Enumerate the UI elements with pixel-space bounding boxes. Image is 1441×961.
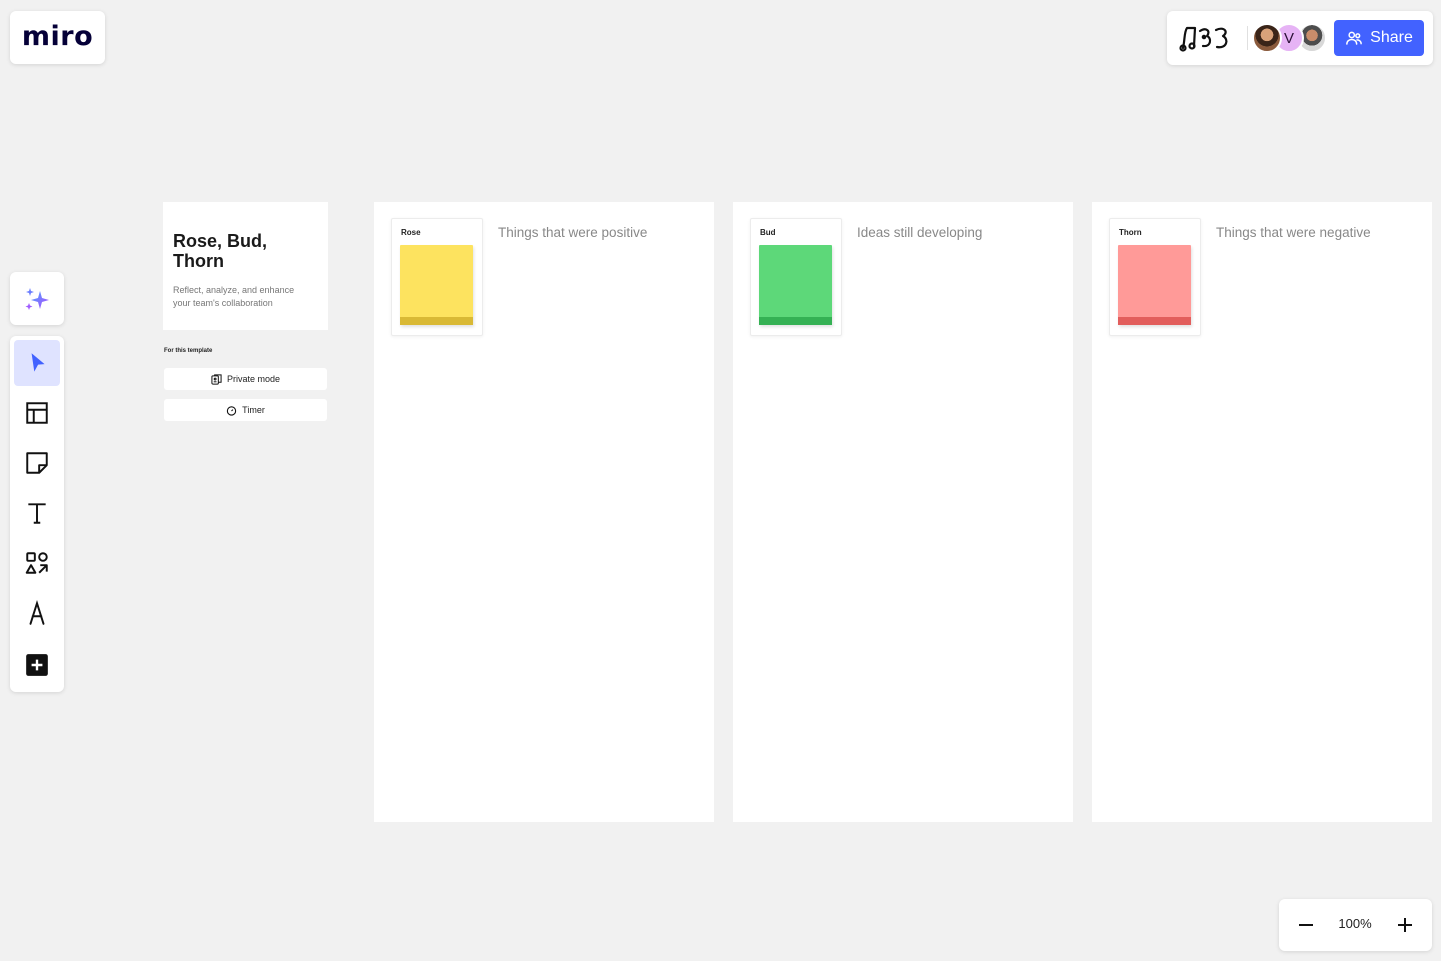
rose-sticky-note[interactable] [400,245,473,325]
pen-tool[interactable] [14,590,60,636]
more-tools-button[interactable] [14,642,60,688]
template-title: Rose, Bud, Thorn [173,231,268,271]
rose-note-card[interactable]: Rose [391,218,483,336]
select-tool[interactable] [14,340,60,386]
bud-column[interactable]: Bud Ideas still developing [733,202,1073,822]
zoom-in-button[interactable] [1390,910,1420,940]
text-tool[interactable] [14,490,60,536]
sticky-note-tool[interactable] [14,440,60,486]
plus-icon [1398,918,1412,932]
sticky-note-icon [26,452,48,474]
main-toolbar [10,336,64,692]
zoom-level[interactable]: 100% [1334,916,1376,931]
sticky-fold [400,317,473,325]
private-mode-label: Private mode [226,374,281,384]
plus-square-icon [26,654,48,676]
thorn-column[interactable]: Thorn Things that were negative [1092,202,1432,822]
rose-label: Rose [401,228,421,237]
sticky-fold [759,317,832,325]
divider [1247,26,1248,50]
private-mode-icon [211,373,222,385]
cursor-icon [31,353,45,372]
board-doodle-icon[interactable] [1179,22,1233,54]
miro-logo[interactable]: miro [10,11,105,64]
ai-assist-button[interactable] [10,272,64,325]
templates-tool[interactable] [14,390,60,436]
sparkles-icon [25,287,49,310]
private-mode-button[interactable]: Private mode [164,368,327,390]
timer-button[interactable]: Timer [164,399,327,421]
rose-column[interactable]: Rose Things that were positive [374,202,714,822]
collaboration-bar: V Share [1167,11,1433,65]
thorn-sticky-note[interactable] [1118,245,1191,325]
avatar[interactable] [1252,23,1282,53]
text-icon [28,503,46,524]
users-icon [1346,31,1363,45]
thorn-description: Things that were negative [1216,225,1371,240]
template-info-card[interactable]: Rose, Bud, Thorn Reflect, analyze, and e… [163,202,328,330]
sticky-fold [1118,317,1191,325]
zoom-out-button[interactable] [1291,910,1321,940]
bud-label: Bud [760,228,776,237]
timer-label: Timer [242,405,265,415]
rose-description: Things that were positive [498,225,648,240]
shapes-tool[interactable] [14,540,60,586]
zoom-control: 100% [1279,899,1432,951]
bud-description: Ideas still developing [857,225,983,240]
minus-icon [1299,924,1313,926]
share-label: Share [1370,29,1413,46]
bud-sticky-note[interactable] [759,245,832,325]
template-description: Reflect, analyze, and enhance your team'… [173,285,295,308]
thorn-label: Thorn [1119,228,1142,237]
share-button[interactable]: Share [1334,20,1424,56]
pen-icon [29,600,45,625]
layout-icon [26,402,48,424]
shapes-icon [25,552,48,574]
for-this-template-label: For this template [164,348,213,354]
bud-note-card[interactable]: Bud [750,218,842,336]
logo-text: miro [21,21,94,52]
timer-icon [226,405,237,416]
thorn-note-card[interactable]: Thorn [1109,218,1201,336]
